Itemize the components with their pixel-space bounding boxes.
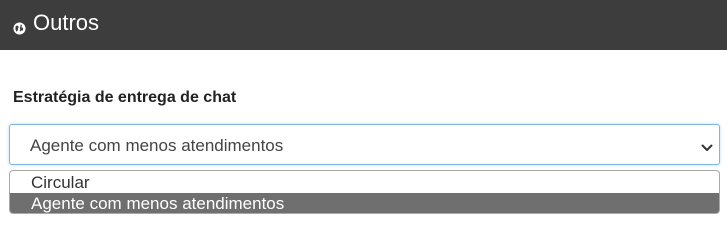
chat-delivery-strategy-label: Estratégia de entrega de chat: [13, 89, 237, 106]
select-current-value: Agente com menos atendimentos: [30, 136, 284, 155]
chat-delivery-strategy-select[interactable]: Agente com menos atendimentos: [9, 124, 720, 165]
globe-icon: [12, 21, 27, 36]
select-options-dropdown: Circular Agente com menos atendimentos: [9, 170, 720, 214]
option-agente-com-menos-atendimentos[interactable]: Agente com menos atendimentos: [10, 193, 719, 213]
settings-page: Outros Estratégia de entrega de chat Age…: [0, 0, 727, 222]
section-header: Outros: [0, 0, 727, 50]
chevron-down-icon[interactable]: [701, 140, 713, 151]
section-title: Outros: [33, 10, 100, 35]
option-circular[interactable]: Circular: [10, 172, 719, 193]
